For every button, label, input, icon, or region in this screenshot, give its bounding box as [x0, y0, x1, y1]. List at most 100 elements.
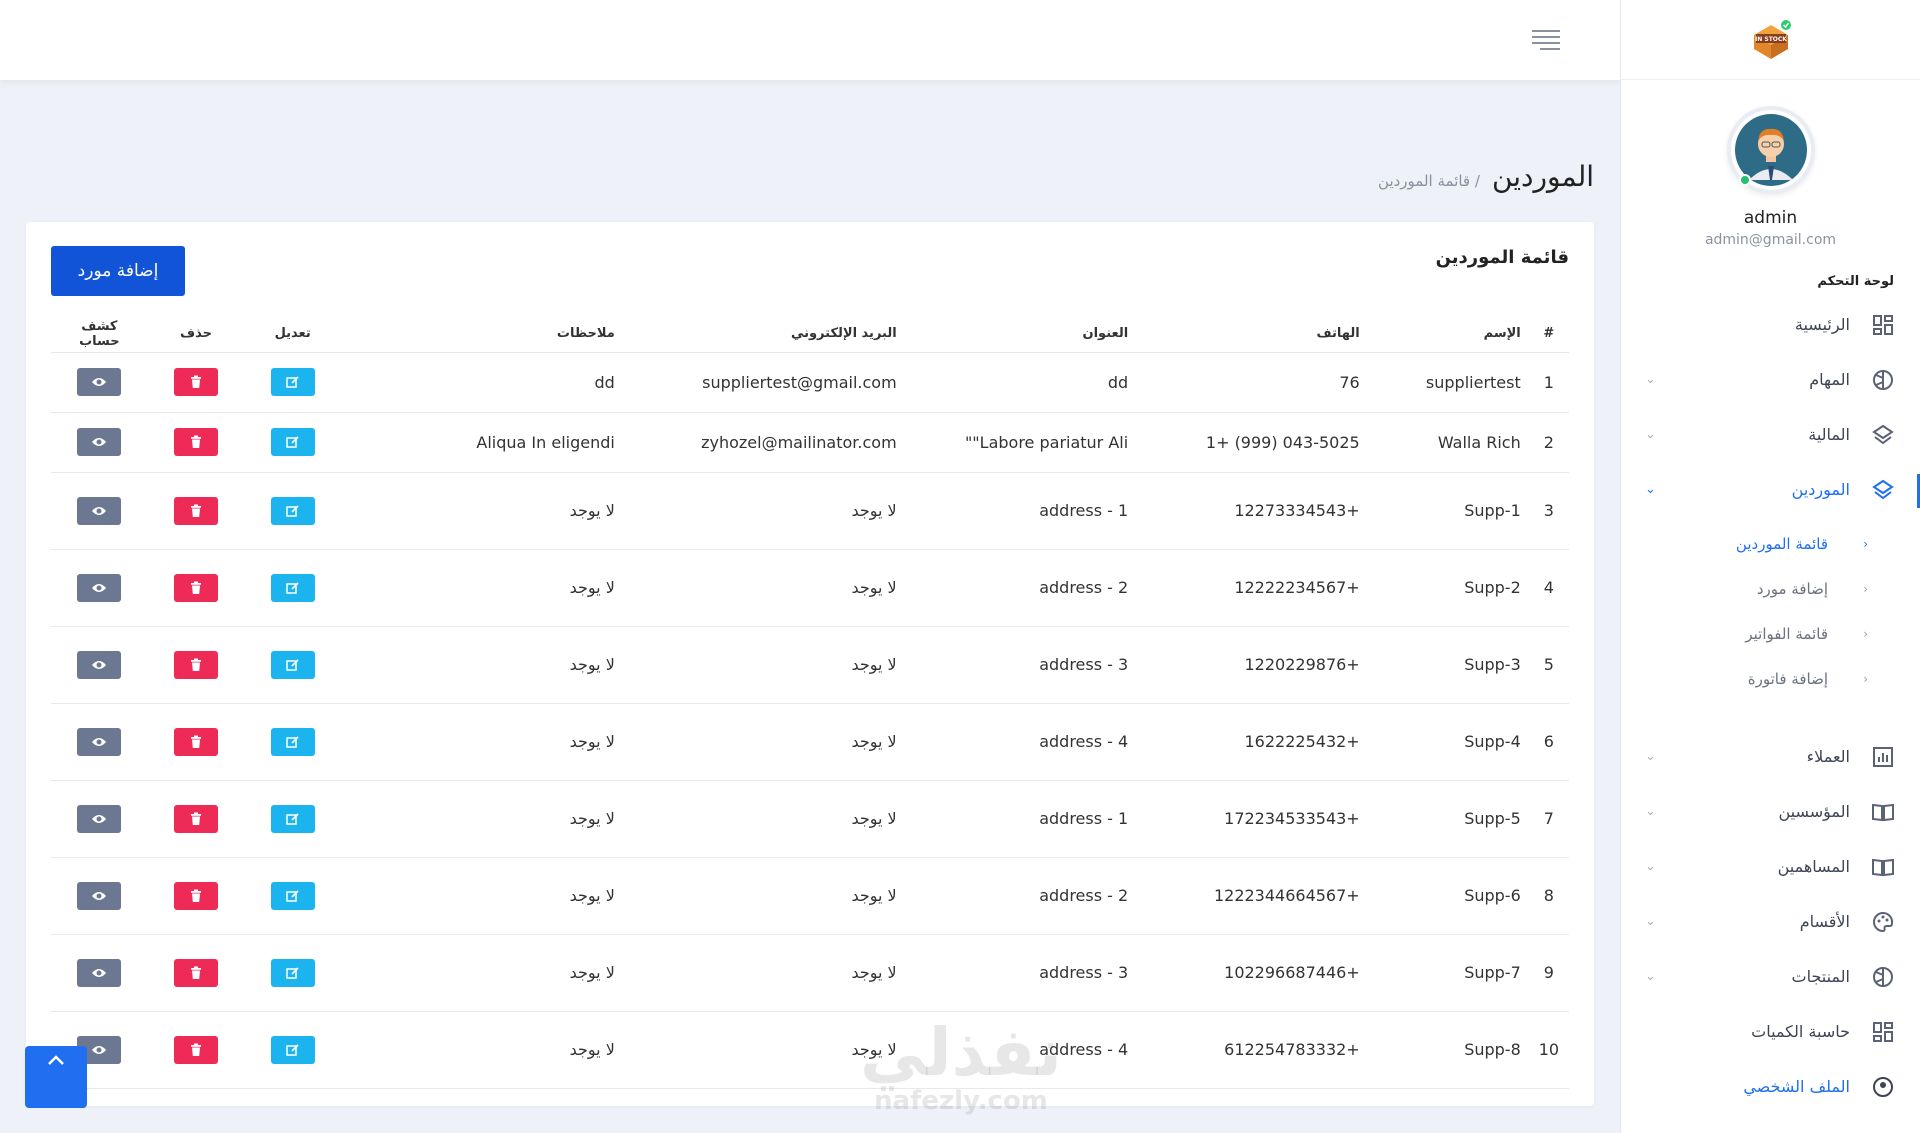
subitem-add-invoice[interactable]: ‹ إضافة فاتورة [1621, 656, 1920, 701]
delete-button[interactable] [174, 881, 219, 910]
sidebar-item-departments[interactable]: الأقسام ⌄ [1621, 894, 1920, 949]
edit-button[interactable] [270, 881, 315, 910]
cell-edit-button [244, 549, 341, 626]
delete-button[interactable] [174, 496, 219, 525]
cell-num: 3 [1543, 501, 1554, 520]
cell-view-statement-button [51, 352, 148, 412]
cell-address: address - 2 [1039, 886, 1129, 905]
view-statement-button[interactable] [77, 881, 122, 910]
card-title: قائمة الموردين [1435, 247, 1569, 268]
edit-icon [285, 375, 300, 389]
view-statement-button[interactable] [77, 804, 122, 833]
sidebar-item-tasks[interactable]: المهام ⌄ [1621, 352, 1920, 407]
edit-button[interactable] [270, 650, 315, 679]
menu-lines-icon[interactable] [1532, 30, 1560, 50]
cell-notes: لا يوجد [569, 501, 615, 520]
sidebar-item-profile[interactable]: الملف الشخصي [1621, 1059, 1920, 1114]
delete-button[interactable] [174, 428, 219, 456]
edit-button[interactable] [270, 573, 315, 602]
cell-num: 7 [1543, 809, 1554, 828]
cell-name: Supp-2 [1464, 578, 1521, 597]
delete-button[interactable] [174, 727, 219, 756]
subitem-add-supplier[interactable]: ‹ إضافة مورد [1621, 566, 1920, 611]
view-statement-button[interactable] [77, 368, 122, 396]
subitem-label: قائمة الموردين [1735, 534, 1828, 553]
view-statement-button[interactable] [77, 428, 122, 456]
breadcrumb[interactable]: / قائمة الموردين [1378, 172, 1480, 190]
delete-button[interactable] [174, 958, 219, 987]
cell-view-statement-button [51, 626, 148, 703]
cell-phone: 1222344664567+ [1213, 886, 1360, 905]
logo[interactable]: IN STOCK [1621, 0, 1920, 80]
cell-address: Labore pariatur Ali"" [964, 432, 1129, 452]
cell-edit-button [244, 472, 341, 549]
cell-address: address - 1 [1039, 809, 1129, 828]
delete-button[interactable] [174, 804, 219, 833]
edit-button[interactable] [270, 958, 315, 987]
instock-logo-icon: IN STOCK [1753, 19, 1791, 59]
layers-icon [1870, 477, 1896, 503]
subitem-label: إضافة مورد [1756, 579, 1828, 598]
edit-button[interactable] [270, 804, 315, 833]
sidebar-item-home[interactable]: الرئيسية [1621, 297, 1920, 352]
sidebar-item-finance[interactable]: المالية ⌄ [1621, 407, 1920, 462]
cell-name: Supp-3 [1464, 655, 1521, 674]
cell-notes: لا يوجد [569, 963, 615, 982]
sidebar-item-products[interactable]: المنتجات ⌄ [1621, 949, 1920, 1004]
delete-button[interactable] [174, 650, 219, 679]
edit-button[interactable] [270, 428, 315, 456]
cell-view-statement-button [51, 412, 148, 472]
delete-button[interactable] [174, 573, 219, 602]
book-icon [1870, 799, 1896, 825]
delete-button[interactable] [174, 368, 219, 396]
sidebar-item-founders[interactable]: المؤسسين ⌄ [1621, 784, 1920, 839]
header-statement: كشف حساب [51, 316, 148, 353]
cell-notes: Aliqua In eligendi [476, 432, 615, 452]
cell-edit-button [244, 626, 341, 703]
sidebar-item-quantity-calculator[interactable]: حاسبة الكميات [1621, 1004, 1920, 1059]
header-delete: حذف [147, 316, 245, 353]
delete-button[interactable] [174, 1035, 219, 1064]
header-num: # [1528, 316, 1569, 353]
view-statement-button[interactable] [77, 573, 122, 602]
cell-delete-button [148, 472, 245, 549]
avatar[interactable] [1726, 106, 1815, 194]
sidebar-item-clients[interactable]: العملاء ⌄ [1621, 729, 1920, 784]
view-statement-button[interactable] [77, 727, 122, 756]
edit-button[interactable] [270, 368, 315, 396]
edit-button[interactable] [270, 496, 315, 525]
cell-num: 6 [1543, 732, 1554, 751]
sidebar-nav-secondary: العملاء ⌄ المؤسسين ⌄ المساهمين ⌄ الأقسام… [1621, 729, 1920, 1114]
add-supplier-button[interactable]: إضافة مورد [51, 246, 185, 296]
subitem-invoices-list[interactable]: ‹ قائمة الفواتير [1621, 611, 1920, 656]
chevron-left-icon: ‹ [1863, 671, 1868, 686]
header-address: العنوان [904, 316, 1137, 353]
cell-phone: 1+ (999) 043-5025 [1205, 432, 1360, 452]
cell-edit-button [244, 1011, 341, 1088]
view-statement-button[interactable] [77, 958, 122, 987]
scroll-to-top-button[interactable] [25, 1046, 87, 1108]
sidebar-item-suppliers[interactable]: الموردين ⌄ [1621, 462, 1920, 517]
edit-button[interactable] [270, 727, 315, 756]
cell-notes: لا يوجد [569, 655, 615, 674]
eye-icon [91, 1044, 107, 1056]
cell-address: address - 3 [1039, 655, 1129, 674]
trash-icon [190, 504, 202, 518]
table-row: 3 Supp-1 12273334543+ address - 1 لا يوجد لا … [51, 472, 1569, 549]
cell-num: 10 [1538, 1040, 1560, 1059]
table-row: 5 Supp-3 1220229876+ address - 3 لا يوجد لا ي… [51, 626, 1569, 703]
cell-view-statement-button [51, 549, 148, 626]
edit-icon [285, 658, 300, 672]
cell-view-statement-button [51, 472, 148, 549]
cell-notes: لا يوجد [569, 886, 615, 905]
sidebar-item-label: المساهمين [1777, 857, 1850, 876]
edit-button[interactable] [270, 1035, 315, 1064]
cell-name: Supp-8 [1464, 1040, 1521, 1059]
cell-phone: 172234533543+ [1224, 809, 1360, 828]
cell-edit-button [244, 780, 341, 857]
view-statement-button[interactable] [77, 496, 122, 525]
sidebar-item-shareholders[interactable]: المساهمين ⌄ [1621, 839, 1920, 894]
subitem-suppliers-list[interactable]: ‹ قائمة الموردين [1621, 521, 1920, 566]
view-statement-button[interactable] [77, 650, 122, 679]
sidebar: IN STOCK admin admin@gmail.com لوحة التح… [1620, 0, 1920, 1133]
